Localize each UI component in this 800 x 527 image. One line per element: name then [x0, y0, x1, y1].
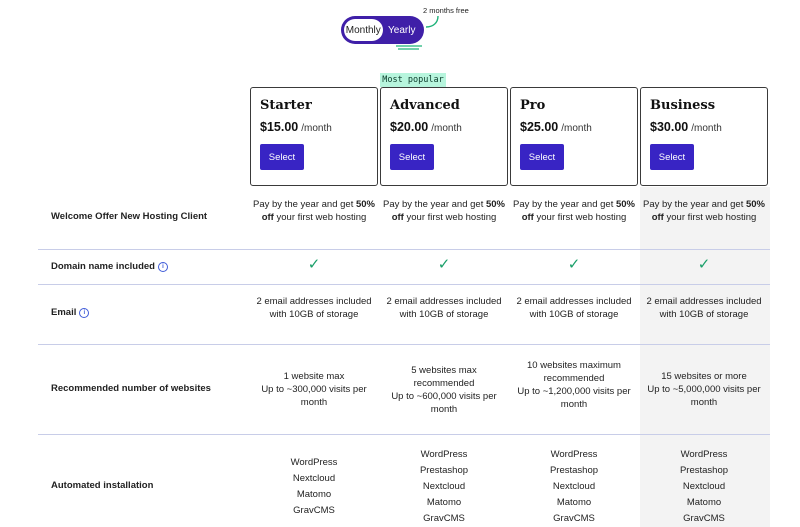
table-cell: Pay by the year and get 50% off your fir…: [513, 199, 635, 223]
plan-name: Advanced: [390, 98, 460, 113]
underline-decoration: [396, 45, 422, 50]
table-row-welcome-offer: Welcome Offer New Hosting Client Pay by …: [38, 187, 770, 250]
select-button[interactable]: Select: [520, 144, 564, 170]
plan-card-advanced: Advanced $20.00/month Select: [380, 87, 508, 186]
table-row-install: Automated installation WordPress Nextclou…: [38, 435, 770, 527]
table-row-email: Email i 2 email addresses included with 1…: [38, 285, 770, 345]
table-cell: 2 email addresses included with 10GB of …: [256, 296, 372, 320]
row-label: Email i: [51, 307, 90, 318]
plan-price: $30.00/month: [650, 120, 722, 134]
table-cell: 2 email addresses included with 10GB of …: [646, 296, 762, 320]
row-label: Welcome Offer New Hosting Client: [51, 211, 208, 222]
table-cell: 2 email addresses included with 10GB of …: [386, 296, 502, 320]
plan-name: Starter: [260, 98, 312, 113]
table-cell: Pay by the year and get 50% off your fir…: [383, 199, 505, 223]
check-icon: ✓: [567, 256, 581, 273]
plan-name: Pro: [520, 98, 546, 113]
table-cell: Pay by the year and get 50% off your fir…: [253, 199, 375, 223]
select-button[interactable]: Select: [390, 144, 434, 170]
plan-name: Business: [650, 98, 716, 113]
table-cell: WordPress Prestashop Nextcloud Matomo GravCM…: [419, 449, 469, 524]
row-label: Recommended number of websites: [51, 383, 211, 394]
table-cell: 15 websites or more Up to ~5,000,000 visi…: [647, 371, 761, 408]
check-icon: ✓: [307, 256, 321, 273]
most-popular-badge: Most popular: [380, 73, 446, 87]
table-cell: Pay by the year and get 50% off your fir…: [643, 199, 765, 223]
plan-price: $20.00/month: [390, 120, 462, 134]
table-cell: 5 websites max recommended Up to ~600,000…: [391, 365, 497, 415]
billing-toggle[interactable]: Monthly Yearly: [341, 16, 424, 44]
yearly-option[interactable]: Yearly: [383, 19, 422, 41]
check-icon: ✓: [437, 256, 451, 273]
plan-card-starter: Starter $15.00/month Select: [250, 87, 378, 186]
plan-card-business: Business $30.00/month Select: [640, 87, 768, 186]
row-label: Domain name included i: [51, 261, 168, 272]
table-cell: WordPress Prestashop Nextcloud Matomo GravCM…: [679, 449, 729, 524]
plan-price: $25.00/month: [520, 120, 592, 134]
monthly-option[interactable]: Monthly: [344, 19, 383, 41]
plan-price: $15.00/month: [260, 120, 332, 134]
info-icon[interactable]: i: [79, 307, 90, 318]
table-row-websites: Recommended number of websites 1 website…: [38, 345, 770, 435]
arrow-icon: [425, 15, 439, 28]
table-cell: 10 websites maximum recommended Up to ~1,…: [517, 360, 631, 410]
check-icon: ✓: [697, 256, 711, 273]
row-label: Automated installation: [51, 480, 154, 491]
table-cell: 1 website max Up to ~300,000 visits per m…: [261, 371, 367, 408]
table-cell: WordPress Prestashop Nextcloud Matomo GravCM…: [549, 449, 599, 524]
select-button[interactable]: Select: [260, 144, 304, 170]
table-cell: 2 email addresses included with 10GB of …: [516, 296, 632, 320]
select-button[interactable]: Select: [650, 144, 694, 170]
plan-card-pro: Pro $25.00/month Select: [510, 87, 638, 186]
table-cell: WordPress Nextcloud Matomo GravCMS: [290, 457, 338, 516]
table-row-domain: Domain name included i ✓ ✓ ✓ ✓: [38, 250, 770, 285]
info-icon[interactable]: i: [158, 261, 168, 272]
